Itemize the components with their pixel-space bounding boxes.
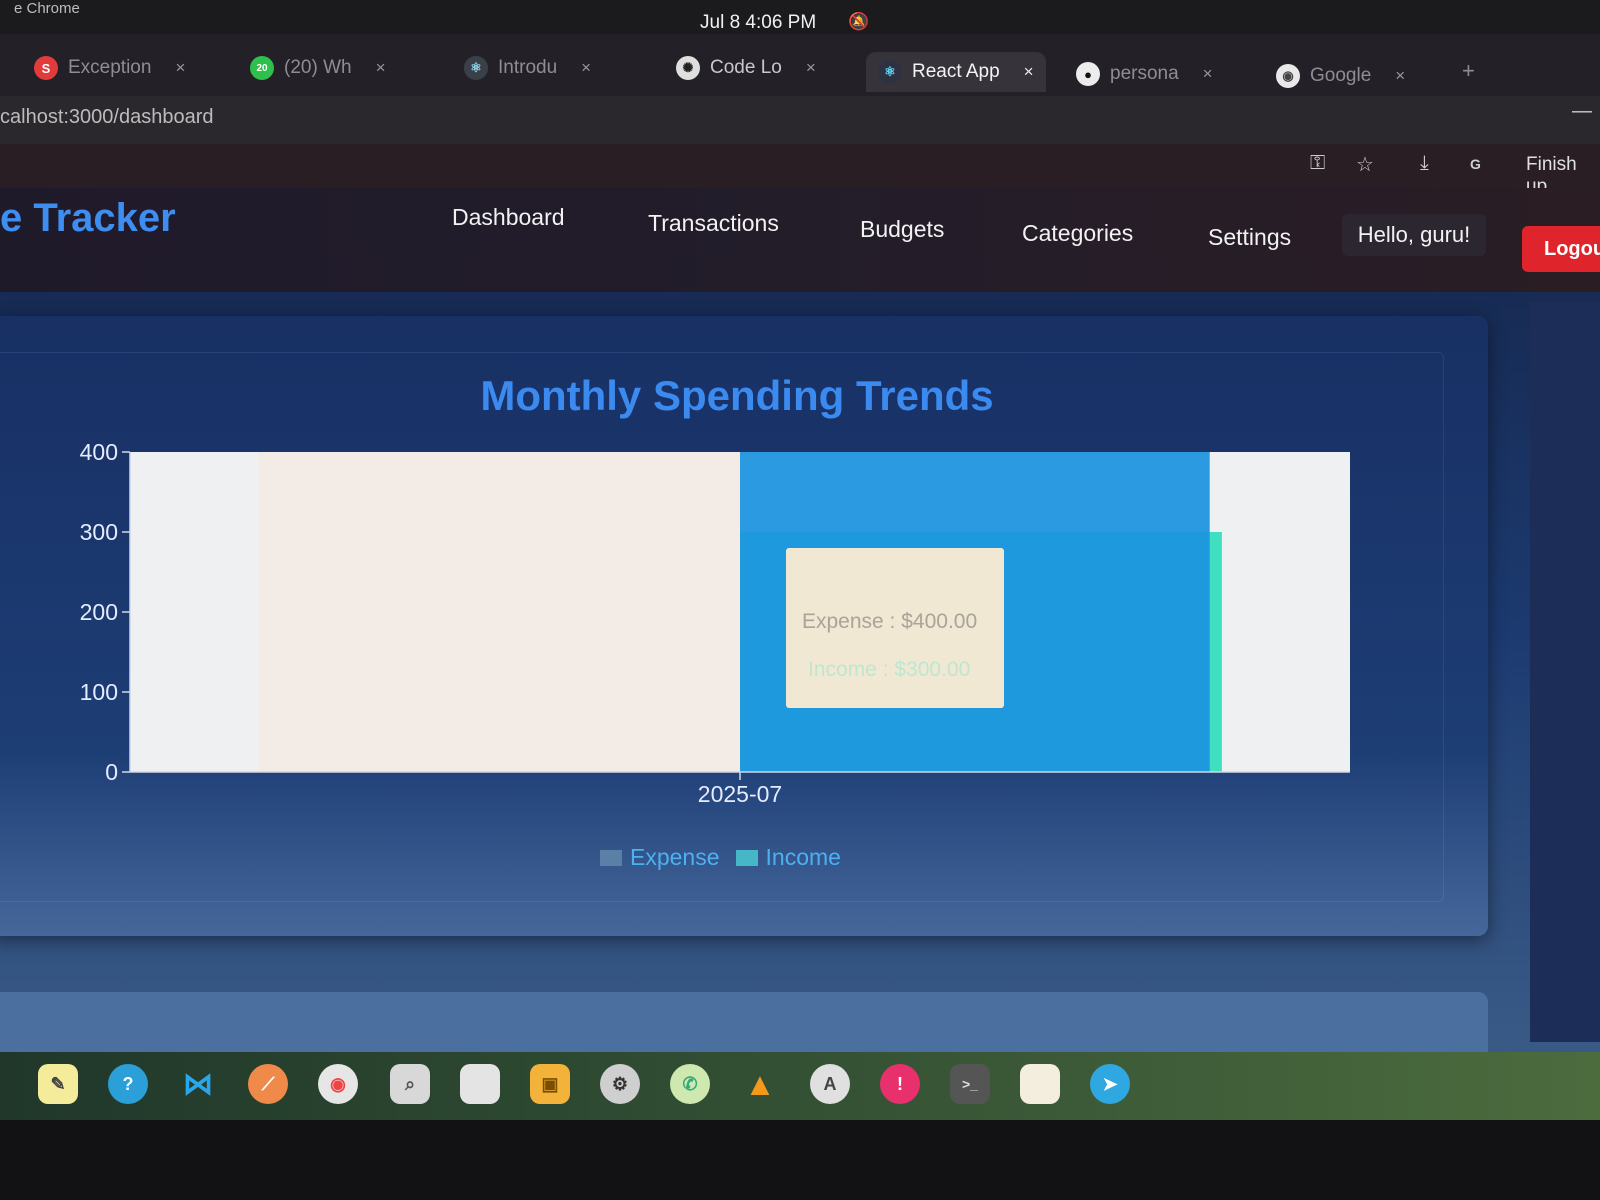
y-tick-label: 100 [80, 679, 118, 705]
dashboard-main: Monthly Spending Trends 2025-07 0 100 200 30… [0, 292, 1600, 1072]
chart-title: Monthly Spending Trends [480, 372, 994, 419]
legend-label-expense: Expense [630, 844, 720, 870]
tab-introduction[interactable]: ⚛ Introdu × [452, 48, 603, 88]
tab-label: Google [1310, 65, 1372, 86]
app-menu[interactable]: e Chrome [14, 0, 80, 17]
notifications-muted-icon[interactable]: 🔕 [848, 12, 869, 32]
files-icon[interactable] [460, 1064, 500, 1104]
tab-label: React App [912, 61, 1000, 82]
close-tab-icon[interactable]: × [581, 58, 591, 78]
taskbar-dock: ✎ ? ⋈ ⟋ ◉ ⌕ ▣ ⚙ ✆ ▲ A ! >_ ➤ [0, 1052, 1600, 1120]
nav-dashboard[interactable]: Dashboard [452, 204, 565, 231]
github-icon: ● [1076, 62, 1100, 86]
software-center-icon[interactable]: A [810, 1064, 850, 1104]
tab-label: (20) Wh [284, 57, 352, 78]
nav-categories[interactable]: Categories [1022, 220, 1133, 247]
archive-icon[interactable]: ▣ [530, 1064, 570, 1104]
tooltip-income: Income : $300.00 [808, 658, 971, 681]
user-greeting: Hello, guru! [1342, 214, 1486, 256]
google-lens-icon: ◉ [1276, 64, 1300, 88]
openai-icon: ✺ [676, 56, 700, 80]
tooltip-expense: Expense : $400.00 [802, 610, 978, 633]
whatsapp-icon: 20 [250, 56, 274, 80]
y-tick-label: 0 [105, 759, 118, 785]
tab-code-log[interactable]: ✺ Code Lo × [664, 48, 828, 88]
minimize-icon[interactable]: — [1572, 100, 1592, 123]
nav-settings[interactable]: Settings [1208, 224, 1291, 251]
bar-chart[interactable]: 2025-07 0 100 200 300 400 [60, 442, 1390, 832]
close-tab-icon[interactable]: × [1395, 66, 1405, 86]
bookmark-star-icon[interactable]: ☆ [1356, 152, 1374, 177]
postman-icon[interactable]: ⟋ [248, 1064, 288, 1104]
bar-expense[interactable] [258, 452, 740, 772]
brand-title[interactable]: e Tracker [0, 196, 176, 241]
x-tick-label: 2025-07 [698, 781, 782, 807]
tab-label: persona [1110, 63, 1179, 84]
tab-google[interactable]: ◉ Google × [1264, 56, 1417, 96]
alert-icon[interactable]: ! [880, 1064, 920, 1104]
y-tick-label: 200 [80, 599, 118, 625]
react-icon: ⚛ [878, 60, 902, 84]
tab-strip: S Exception × 20 (20) Wh × ⚛ Introdu × ✺… [0, 34, 1600, 96]
close-tab-icon[interactable]: × [1203, 64, 1213, 84]
telegram-icon[interactable]: ➤ [1090, 1064, 1130, 1104]
vscode-icon[interactable]: ⋈ [178, 1064, 218, 1104]
tab-personal[interactable]: ● persona × [1064, 54, 1225, 94]
search-icon[interactable]: ⌕ [390, 1064, 430, 1104]
tab-label: Introdu [498, 57, 558, 78]
logout-button[interactable]: Logou [1522, 226, 1600, 272]
y-tick-label: 400 [80, 442, 118, 465]
nav-budgets[interactable]: Budgets [860, 216, 944, 243]
chart-card: Monthly Spending Trends 2025-07 0 100 200 30… [0, 316, 1488, 936]
chart-tooltip: Expense : $400.00 Income : $300.00 [786, 548, 1004, 708]
screen: e Chrome Jul 8 4:06 PM 🔕 S Exception × 2… [0, 0, 1600, 1200]
nav-transactions[interactable]: Transactions [648, 210, 779, 237]
stackoverflow-icon: S [34, 56, 58, 80]
chrome-icon[interactable]: ◉ [318, 1064, 358, 1104]
chart-legend: Expense Income [600, 844, 841, 871]
address-bar[interactable]: calhost:3000/dashboard — [0, 96, 1600, 144]
tab-label: Code Lo [710, 57, 782, 78]
close-tab-icon[interactable]: × [806, 58, 816, 78]
close-tab-icon[interactable]: × [175, 58, 185, 78]
legend-swatch-expense [600, 849, 622, 866]
tab-label: Exception [68, 57, 152, 78]
close-tab-icon[interactable]: × [1024, 62, 1034, 82]
tab-react-app[interactable]: ⚛ React App × [866, 52, 1046, 92]
help-icon[interactable]: ? [108, 1064, 148, 1104]
whatsapp-dock-icon[interactable]: ✆ [670, 1064, 710, 1104]
screen-bezel [0, 1120, 1600, 1200]
app-navbar: e Tracker Dashboard Transactions Budgets… [0, 188, 1600, 292]
legend-swatch-income [735, 849, 758, 866]
close-tab-icon[interactable]: × [376, 58, 386, 78]
tab-whatsapp[interactable]: 20 (20) Wh × [238, 48, 398, 88]
settings-gear-icon[interactable]: ⚙ [600, 1064, 640, 1104]
text-editor-icon[interactable]: ✎ [38, 1064, 78, 1104]
tab-exception[interactable]: S Exception × [22, 48, 197, 88]
terminal-icon[interactable]: >_ [950, 1064, 990, 1104]
document-icon[interactable] [1020, 1064, 1060, 1104]
download-icon[interactable]: ⤓ [1420, 152, 1429, 175]
y-tick-label: 300 [80, 519, 118, 545]
legend-label-income: Income [765, 844, 841, 870]
password-key-icon[interactable]: ⚿ [1310, 152, 1325, 175]
new-tab-button[interactable]: + [1462, 58, 1475, 84]
clock[interactable]: Jul 8 4:06 PM [700, 12, 816, 34]
legend-item-expense[interactable]: Expense [600, 844, 720, 871]
vlc-icon[interactable]: ▲ [740, 1064, 780, 1104]
side-panel [1530, 302, 1600, 1042]
react-icon: ⚛ [464, 56, 488, 80]
browser-toolbar: ⚿ ☆ ⤓ G Finish up [0, 144, 1600, 197]
url-text[interactable]: calhost:3000/dashboard [0, 106, 214, 129]
profile-icon[interactable]: G [1470, 156, 1481, 172]
legend-item-income[interactable]: Income [735, 844, 841, 871]
